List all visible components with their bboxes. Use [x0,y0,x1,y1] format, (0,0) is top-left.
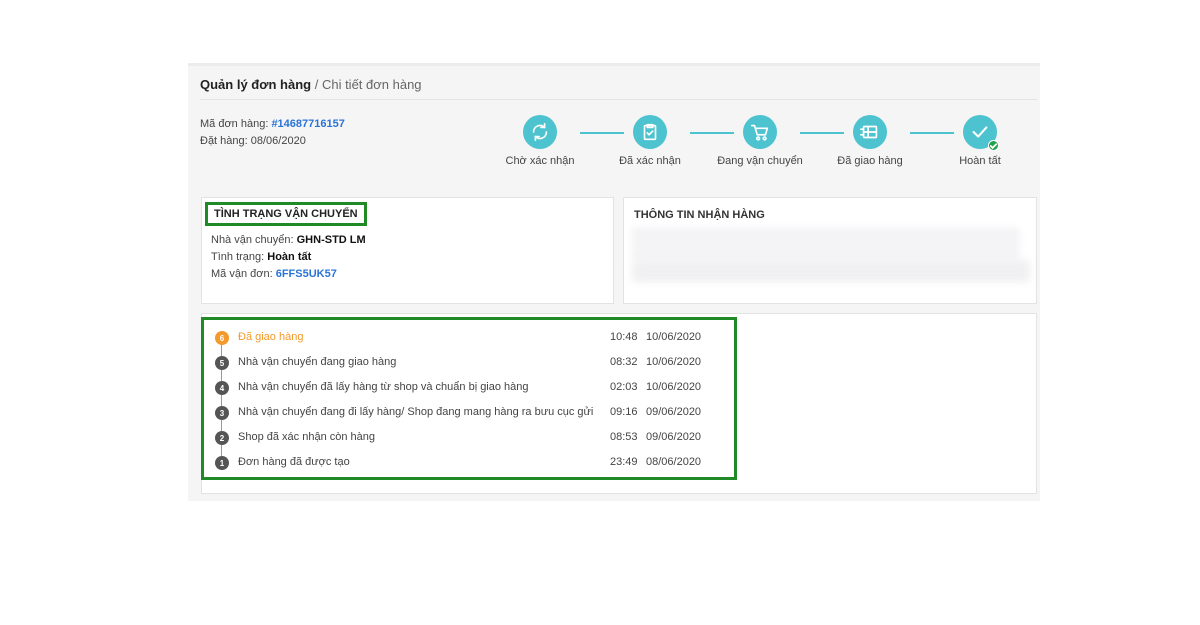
order-date-line: Đặt hàng: 08/06/2020 [200,133,345,150]
order-date-value: 08/06/2020 [250,135,306,147]
shipping-status-card: TÌNH TRẠNG VẬN CHUYỂN Nhà vận chuyển: GH… [201,197,614,304]
refresh-icon [523,115,557,149]
carrier-label: Nhà vận chuyển: [211,234,294,246]
breadcrumb-order-detail: Chi tiết đơn hàng [321,77,422,92]
step-delivered: Đã giao hàng [820,115,920,167]
step-label: Hoàn tất [959,155,1001,167]
tracking-line: Mã vận đơn: 6FFS5UK57 [211,266,366,283]
timeline-item: 4 Nhà vận chuyển đã lấy hàng từ shop và … [204,375,734,400]
tracking-label: Mã vận đơn: [211,268,273,280]
cart-icon [743,115,777,149]
step-number-badge: 3 [215,406,229,420]
status-value: Hoàn tất [267,251,312,263]
timeline-date: 08/06/2020 [646,456,702,468]
order-date-label: Đặt hàng: [200,135,248,147]
receiver-info-card: THÔNG TIN NHẬN HÀNG [623,197,1037,304]
shipping-details: Nhà vận chuyển: GHN-STD LM Tình trạng: H… [211,232,366,283]
step-shipping: Đang vận chuyển [710,115,810,167]
timeline-time: 02:03 [610,381,638,393]
shipping-status-title: TÌNH TRẠNG VẬN CHUYỂN [205,202,367,226]
order-info: Mã đơn hàng: #14687716157 Đặt hàng: 08/0… [200,116,345,150]
step-number-badge: 4 [215,381,229,395]
timeline-time: 23:49 [610,456,638,468]
step-label: Đã xác nhận [619,155,681,167]
timeline-time: 10:48 [610,331,638,343]
completed-badge-icon [988,140,999,151]
timeline-date: 09/06/2020 [646,431,702,443]
timeline-text: Nhà vận chuyển đang đi lấy hàng/ Shop đa… [238,406,594,418]
timeline-text: Nhà vận chuyển đã lấy hàng từ shop và ch… [238,381,529,393]
step-confirmed: Đã xác nhận [600,115,700,167]
timeline-item: 2 Shop đã xác nhận còn hàng 08:53 09/06/… [204,425,734,450]
order-id-value[interactable]: #14687716157 [271,118,344,130]
timeline-date: 09/06/2020 [646,406,702,418]
step-label: Chờ xác nhận [505,155,575,167]
step-number-badge: 5 [215,356,229,370]
timeline-item: 1 Đơn hàng đã được tạo 23:49 08/06/2020 [204,450,734,475]
timeline-text: Đã giao hàng [238,331,304,343]
clipboard-check-icon [633,115,667,149]
timeline-date: 10/06/2020 [646,331,702,343]
header-divider [200,99,1037,100]
status-label: Tình trạng: [211,251,265,263]
step-number-badge: 1 [215,456,229,470]
step-label: Đang vận chuyển [717,155,803,167]
timeline-time: 09:16 [610,406,638,418]
timeline-time: 08:53 [610,431,638,443]
blurred-receiver-address [632,260,1030,282]
step-number-badge: 6 [215,331,229,345]
breadcrumb-order-management[interactable]: Quản lý đơn hàng [200,77,311,92]
step-completed: Hoàn tất [930,115,1030,167]
step-pending-confirmation: Chờ xác nhận [490,115,590,167]
delivery-box-icon [853,115,887,149]
order-progress-steps: Chờ xác nhận Đã xác nhận Đang vận chuyển… [500,115,1008,175]
carrier-value: GHN-STD LM [296,234,366,246]
step-label: Đã giao hàng [837,155,903,167]
timeline-item: 3 Nhà vận chuyển đang đi lấy hàng/ Shop … [204,400,734,425]
timeline-text: Shop đã xác nhận còn hàng [238,431,376,443]
order-id-label: Mã đơn hàng: [200,118,269,130]
receiver-info-title: THÔNG TIN NHẬN HÀNG [634,209,765,221]
blurred-receiver-details [632,227,1020,261]
timeline-date: 10/06/2020 [646,381,702,393]
timeline-text: Đơn hàng đã được tạo [238,456,350,468]
timeline-date: 10/06/2020 [646,356,702,368]
carrier-line: Nhà vận chuyển: GHN-STD LM [211,232,366,249]
timeline-text: Nhà vận chuyển đang giao hàng [238,356,397,368]
breadcrumb-separator: / [314,77,319,92]
tracking-code-link[interactable]: 6FFS5UK57 [276,268,337,280]
timeline-item: 6 Đã giao hàng 10:48 10/06/2020 [204,325,734,350]
tracking-timeline: 6 Đã giao hàng 10:48 10/06/2020 5 Nhà vậ… [201,317,737,480]
step-number-badge: 2 [215,431,229,445]
timeline-item: 5 Nhà vận chuyển đang giao hàng 08:32 10… [204,350,734,375]
order-id-line: Mã đơn hàng: #14687716157 [200,116,345,133]
check-icon [963,115,999,151]
breadcrumb: Quản lý đơn hàng / Chi tiết đơn hàng [200,77,422,92]
status-line: Tình trạng: Hoàn tất [211,249,366,266]
timeline-time: 08:32 [610,356,638,368]
